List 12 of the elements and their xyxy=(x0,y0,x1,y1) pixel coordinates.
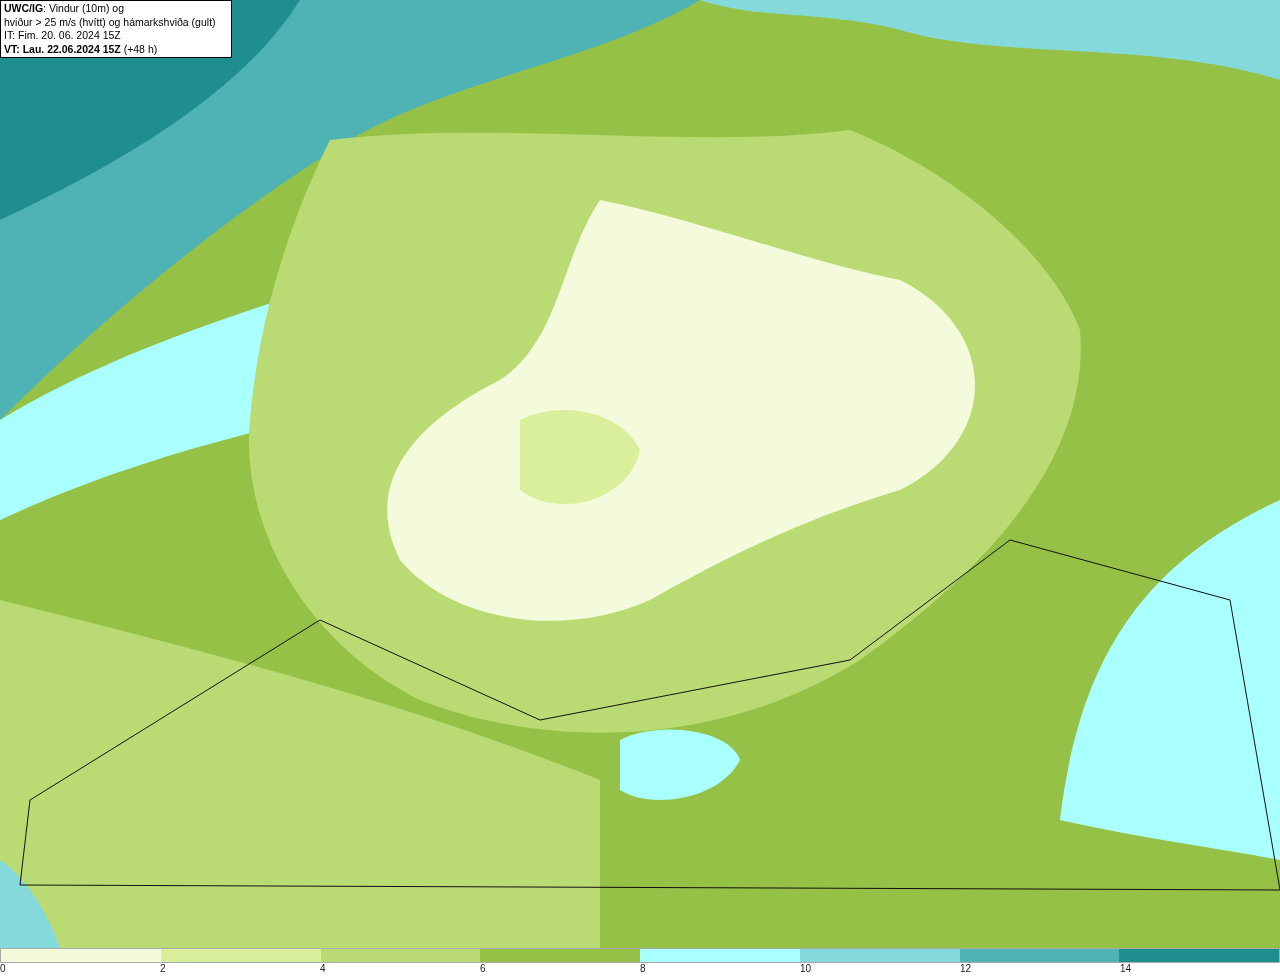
tick-label: 8 xyxy=(640,963,646,974)
tick-label: 14 xyxy=(1120,963,1132,974)
legend-text: UWC/IG: Vindur (10m) og xyxy=(4,2,125,16)
legend-text: IT: Fim. 20. 06. 2024 15Z xyxy=(4,29,122,43)
tick-label: 6 xyxy=(480,963,486,974)
tick-label: 4 xyxy=(320,963,326,974)
tick-label: 0 xyxy=(0,963,6,974)
legend-text: hviður > 25 m/s (hvítt) og hámarkshviða (gult) xyxy=(4,15,217,29)
legend-text: VT: Lau. 22.06.2024 15Z (+48 h) xyxy=(4,42,159,56)
tick-label: 10 xyxy=(800,963,812,974)
tick-label: 2 xyxy=(160,963,166,974)
tick-label: 12 xyxy=(960,963,972,974)
